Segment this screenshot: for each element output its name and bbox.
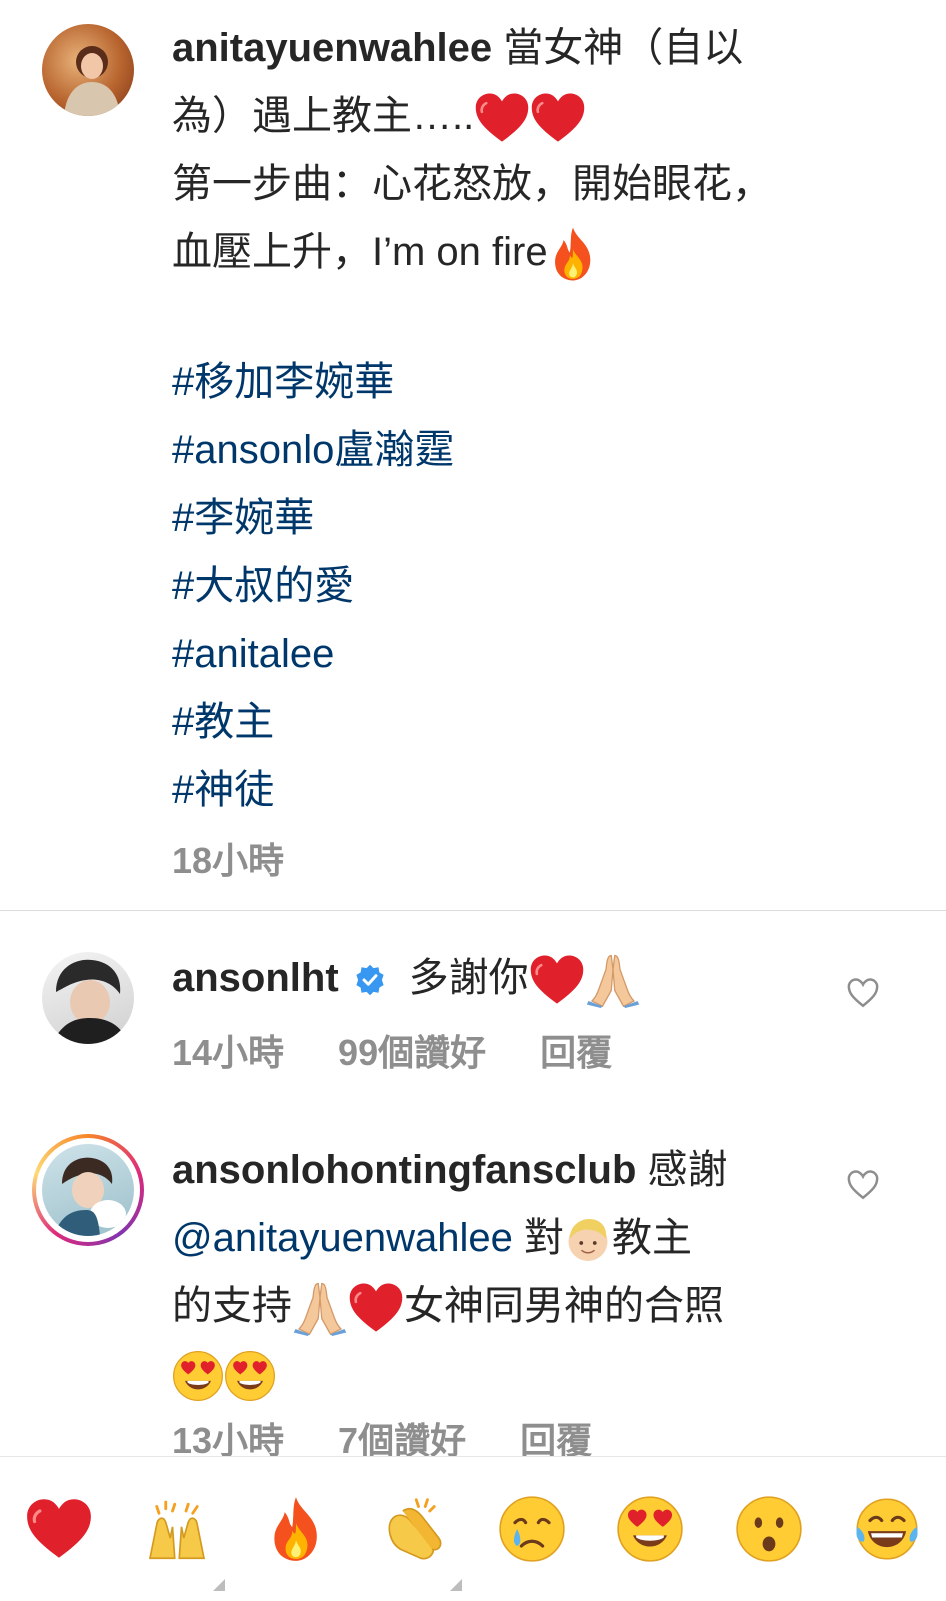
commenter-avatar: [42, 1144, 134, 1236]
caption-text-line3: 第一步曲：心花怒放，開始眼花，: [172, 162, 772, 206]
fire-icon: [548, 226, 598, 282]
comment-username[interactable]: ansonlht: [172, 956, 339, 1000]
comment-username[interactable]: ansonlohontingfansclub: [172, 1148, 636, 1192]
hashtag-link[interactable]: #大叔的愛: [172, 552, 454, 620]
avatar-photo-icon: [52, 959, 128, 1044]
heart-eyes-icon: [224, 1350, 276, 1402]
surprised-face-icon: [735, 1496, 802, 1562]
comment-like-heart-icon[interactable]: [846, 976, 880, 1010]
comment-like-heart-icon[interactable]: [846, 1168, 880, 1202]
comment-timestamp: 14小時: [172, 1032, 285, 1073]
user-mention-link[interactable]: @anitayuenwahlee: [172, 1216, 513, 1260]
comment-text: 的支持: [172, 1284, 292, 1328]
heart-eyes-icon: [172, 1350, 224, 1402]
heart-eyes-icon: [616, 1495, 684, 1563]
heart-icon: [474, 92, 530, 144]
comment-1-body: ansonlht 多謝你: [172, 944, 822, 1012]
hashtag-link[interactable]: #移加李婉華: [172, 348, 454, 416]
comment-text: 教主: [611, 1216, 692, 1260]
crying-face-icon: [499, 1496, 565, 1562]
hashtag-link[interactable]: #李婉華: [172, 484, 454, 552]
clapping-hands-icon: [388, 1498, 442, 1560]
folded-hands-icon: [585, 952, 641, 1008]
hashtag-link[interactable]: #ansonlo盧瀚霆: [172, 416, 454, 484]
verified-badge-icon: [356, 965, 384, 996]
reaction-heart[interactable]: [19, 1489, 99, 1569]
comment-like-count[interactable]: 99個讚好: [338, 1024, 486, 1076]
commenter-avatar[interactable]: [42, 952, 134, 1044]
caption-text-line4: 血壓上升，I’m on fire: [172, 230, 548, 274]
reaction-heart-eyes[interactable]: [610, 1489, 690, 1569]
caption-text-line2: 為）遇上教主…..: [172, 94, 475, 138]
heart-icon: [25, 1498, 93, 1560]
commenter-avatar-story-ring[interactable]: [32, 1134, 144, 1246]
reaction-tears-of-joy[interactable]: [847, 1489, 927, 1569]
post-author-username[interactable]: anitayuenwahlee: [172, 26, 492, 70]
comment-1-meta: 14小時 99個讚好 回覆: [172, 1024, 612, 1076]
comment-text: 多謝你: [408, 956, 529, 1000]
tears-of-joy-icon: [856, 1498, 918, 1560]
avatar-photo-icon: [64, 46, 120, 116]
avatar-photo-icon: [54, 1157, 126, 1236]
hashtag-link[interactable]: #教主: [172, 688, 454, 756]
post-author-avatar[interactable]: [42, 24, 134, 116]
comment-2-body: ansonlohontingfansclub 感謝 @anitayuenwahl…: [172, 1136, 812, 1408]
comment-text: 女神同男神的合照: [404, 1284, 724, 1328]
comment-text: 對: [523, 1216, 564, 1260]
skin-tone-caret-icon[interactable]: [213, 1579, 226, 1591]
reaction-surprised-face[interactable]: [729, 1489, 809, 1569]
fire-icon: [266, 1495, 326, 1563]
reaction-fire[interactable]: [256, 1489, 336, 1569]
reaction-raising-hands[interactable]: [137, 1489, 226, 1591]
folded-hands-icon: [292, 1280, 348, 1336]
reply-button[interactable]: 回覆: [540, 1024, 612, 1076]
post-meta: 18小時: [172, 832, 284, 884]
heart-icon: [530, 92, 586, 144]
divider: [0, 910, 946, 911]
caption-text-line1: 當女神（自以: [503, 26, 744, 70]
hashtag-link[interactable]: #神徒: [172, 756, 454, 824]
hashtag-list: #移加李婉華 #ansonlo盧瀚霆 #李婉華 #大叔的愛 #anitalee …: [172, 348, 454, 824]
post-caption: anitayuenwahlee 當女神（自以 為）遇上教主….. 第一步曲：心花…: [172, 14, 872, 286]
heart-icon: [348, 1282, 404, 1334]
post-timestamp: 18小時: [172, 840, 285, 881]
quick-reaction-bar: [0, 1456, 946, 1601]
heart-icon: [529, 954, 585, 1006]
comment-text: 感謝: [647, 1148, 728, 1192]
hashtag-link[interactable]: #anitalee: [172, 620, 454, 688]
raising-hands-icon: [149, 1500, 206, 1560]
reaction-crying-face[interactable]: [492, 1489, 572, 1569]
skin-tone-caret-icon[interactable]: [449, 1579, 462, 1591]
reaction-clapping-hands[interactable]: [374, 1489, 462, 1591]
blond-person-icon: [564, 1216, 612, 1264]
